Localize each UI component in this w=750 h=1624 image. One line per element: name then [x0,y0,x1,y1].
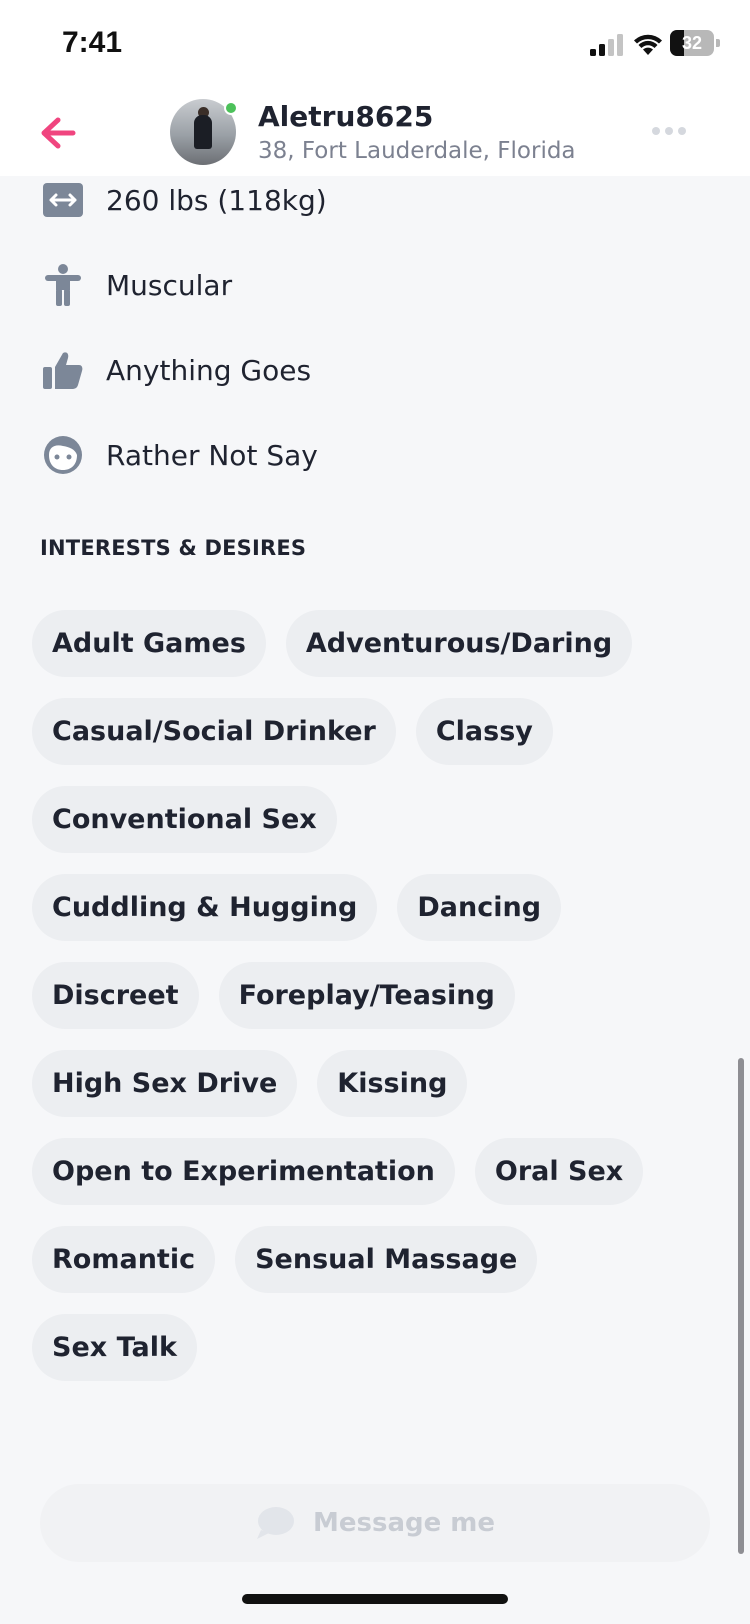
message-me-label: Message me [312,1508,496,1538]
interest-chip[interactable]: Classy [415,698,553,765]
attribute-preference: Anything Goes [42,346,311,394]
status-time: 7:41 [62,26,123,59]
interest-chip[interactable]: Adventurous/Daring [285,610,633,677]
interest-chip[interactable]: Conventional Sex [32,786,337,853]
interest-chip[interactable]: Casual/Social Drinker [32,698,396,765]
status-bar: 7:41 32 [0,0,750,92]
attribute-label: 260 lbs (118kg) [106,183,327,217]
message-me-button[interactable]: Message me [40,1484,710,1562]
cellular-signal-icon [590,34,623,56]
profile-name[interactable]: Aletru8625 [258,100,433,133]
more-dots-icon [652,127,686,135]
interest-chip[interactable]: Kissing [317,1050,468,1117]
interest-chip[interactable]: Adult Games [32,610,266,677]
thumbs-up-icon [42,349,84,391]
profile-age-location: 38, Fort Lauderdale, Florida [258,138,576,164]
interests-section-title: INTERESTS & DESIRES [40,536,307,560]
chat-bubble-icon [256,1507,294,1539]
interest-chip[interactable]: Sex Talk [32,1314,197,1381]
attribute-label: Anything Goes [106,353,312,387]
interest-chip[interactable]: Foreplay/Teasing [218,962,515,1029]
attribute-label: Rather Not Say [106,438,318,472]
attribute-body-type: Muscular [42,261,232,309]
face-icon [42,434,84,476]
profile-header: Aletru8625 38, Fort Lauderdale, Florida [0,92,750,176]
interest-chip[interactable]: High Sex Drive [32,1050,298,1117]
attribute-label: Muscular [106,268,233,302]
scrollbar[interactable] [738,1058,744,1554]
interest-chip[interactable]: Dancing [397,874,562,941]
interest-chip[interactable]: Cuddling & Hugging [32,874,378,941]
more-options-button[interactable] [646,116,692,146]
back-arrow-icon [41,117,76,149]
online-status-dot [224,101,238,115]
back-button[interactable] [34,110,80,156]
interest-chip[interactable]: Discreet [32,962,199,1029]
interest-chip[interactable]: Romantic [32,1226,216,1293]
interest-chip[interactable]: Oral Sex [474,1138,644,1205]
battery-icon: 32 [670,30,720,56]
home-indicator[interactable] [242,1594,508,1604]
body-type-icon [42,264,84,306]
attribute-ethnicity: Rather Not Say [42,431,318,479]
interest-chip[interactable]: Open to Experimentation [32,1138,455,1205]
avatar[interactable] [170,99,238,167]
attribute-weight: 260 lbs (118kg) [42,176,327,224]
interest-chip[interactable]: Sensual Massage [235,1226,538,1293]
battery-percent: 32 [681,33,703,53]
interests-chip-list: Adult Games Adventurous/Daring Casual/Soci… [32,610,672,1381]
weight-icon [42,179,84,221]
wifi-icon [634,34,662,55]
